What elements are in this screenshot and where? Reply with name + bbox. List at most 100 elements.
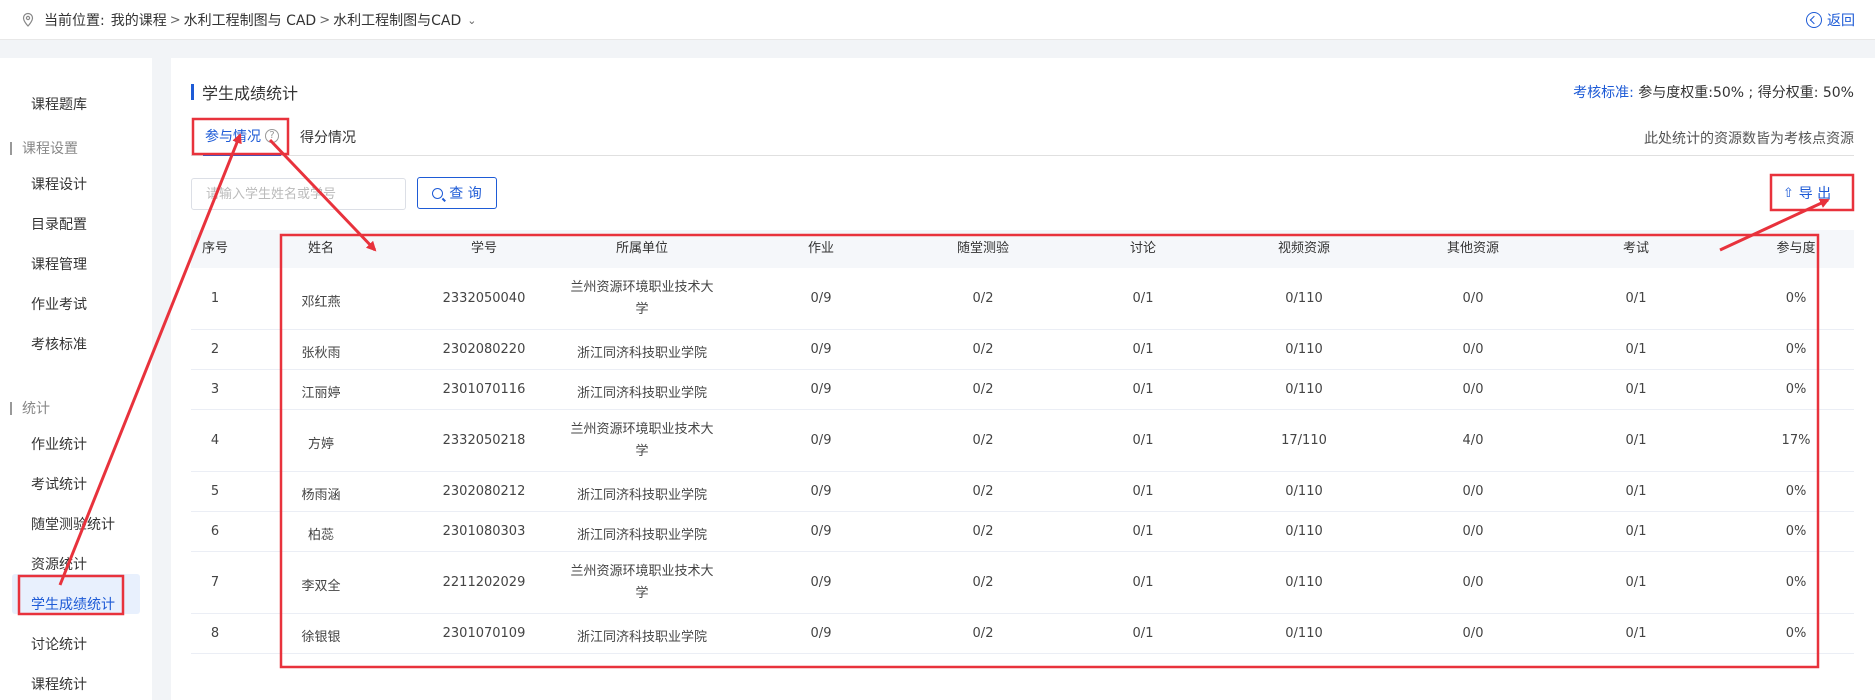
table-cell: 浙江同济科技职业学院 — [576, 488, 708, 503]
export-button[interactable]: ⇧ 导 出 — [1771, 179, 1843, 207]
column-header: 参与度 — [1776, 241, 1816, 256]
table-cell: 0% — [1785, 342, 1807, 357]
page-title: 学生成绩统计 — [191, 80, 298, 104]
chevron-right-icon: > — [169, 12, 181, 28]
title-accent-bar — [191, 84, 194, 100]
sidebar-item-6[interactable]: 考核标准 — [31, 334, 87, 354]
table-cell: 0/1 — [1132, 484, 1154, 499]
table-cell: 0/1 — [1132, 291, 1154, 306]
table-cell: 2301070109 — [442, 626, 526, 641]
table-cell: 0/0 — [1462, 575, 1484, 590]
column-header: 视频资源 — [1277, 241, 1331, 256]
tab-participation[interactable]: 参与情况 ? — [203, 118, 281, 156]
table-cell: 2332050040 — [442, 291, 526, 306]
table-cell: 方婷 — [307, 437, 335, 452]
table-cell: 0/1 — [1625, 433, 1647, 448]
group-bar — [10, 401, 12, 415]
sidebar-item-9[interactable]: 考试统计 — [31, 474, 87, 494]
column-header: 学号 — [470, 241, 498, 256]
table-cell: 0% — [1785, 626, 1807, 641]
tab-bar: 参与情况 ? 得分情况 — [191, 118, 1854, 156]
assessment-standard-text: 参与度权重:50% ; 得分权重: 50% — [1638, 85, 1854, 101]
table-cell: 0/9 — [810, 291, 832, 306]
breadcrumb-current[interactable]: 水利工程制图与CAD — [333, 10, 461, 30]
table-cell: 0/110 — [1285, 484, 1323, 499]
query-button[interactable]: 查 询 — [417, 177, 497, 209]
table-cell: 0% — [1785, 484, 1807, 499]
page-title-text: 学生成绩统计 — [202, 84, 299, 103]
sidebar-item-14[interactable]: 课程统计 — [31, 674, 87, 694]
table-cell: 0/9 — [810, 524, 832, 539]
table-cell: 4 — [210, 433, 220, 448]
table-cell: 0/2 — [972, 433, 994, 448]
table-cell: 0/110 — [1285, 626, 1323, 641]
assessment-standard-label[interactable]: 考核标准: — [1573, 85, 1634, 101]
sidebar-item-11[interactable]: 资源统计 — [31, 554, 87, 574]
table-cell: 2 — [210, 342, 220, 357]
table-cell: 0% — [1785, 382, 1807, 397]
breadcrumb-course[interactable]: 水利工程制图与 CAD — [184, 10, 317, 30]
sidebar-item-3[interactable]: 目录配置 — [31, 214, 87, 234]
table-cell: 0/110 — [1285, 342, 1323, 357]
table-cell: 0/0 — [1462, 342, 1484, 357]
table-cell: 0/0 — [1462, 626, 1484, 641]
table-cell: 浙江同济科技职业学院 — [576, 386, 708, 401]
chevron-down-icon[interactable]: ⌄ — [467, 14, 476, 27]
table-row: 7 李双全 2211202029 兰州资源环境职业技术大学 0/9 0/2 0/1 0/110… — [191, 552, 1854, 614]
table-cell: 0/1 — [1625, 342, 1647, 357]
chevron-right-icon: > — [319, 12, 331, 28]
table-cell: 2211202029 — [442, 575, 526, 590]
table-cell: 柏蕊 — [307, 528, 335, 543]
table-cell: 2332050218 — [442, 433, 526, 448]
search-input[interactable] — [191, 178, 406, 210]
table-cell: 兰州资源环境职业技术大学 — [570, 422, 714, 459]
table-cell: 0% — [1785, 524, 1807, 539]
table-row: 2 张秋雨 2302080220 浙江同济科技职业学院 0/9 0/2 0/1 0/110 0/… — [191, 330, 1854, 370]
table-cell: 0/110 — [1285, 524, 1323, 539]
sidebar-item-12[interactable]: 学生成绩统计 — [31, 594, 115, 614]
sidebar-group-label: 统计 — [22, 401, 50, 417]
tab-scores[interactable]: 得分情况 — [288, 118, 368, 156]
table-cell: 17% — [1781, 433, 1811, 448]
table-cell: 0/110 — [1285, 575, 1323, 590]
table-row: 5 杨雨涵 2302080212 浙江同济科技职业学院 0/9 0/2 0/1 0/110 0/… — [191, 472, 1854, 512]
main-panel: 学生成绩统计 考核标准: 参与度权重:50% ; 得分权重: 50% 参与情况 … — [171, 58, 1875, 700]
table-cell: 张秋雨 — [301, 346, 341, 361]
column-header: 讨论 — [1129, 241, 1157, 256]
column-header: 考试 — [1622, 241, 1650, 256]
table-cell: 0/9 — [810, 433, 832, 448]
tab-scores-label: 得分情况 — [300, 130, 356, 146]
assessment-standard: 考核标准: 参与度权重:50% ; 得分权重: 50% — [1573, 82, 1854, 102]
table-cell: 0/2 — [972, 575, 994, 590]
table-cell: 0/1 — [1625, 575, 1647, 590]
table-row: 8 徐银银 2301070109 浙江同济科技职业学院 0/9 0/2 0/1 0/110 0/… — [191, 614, 1854, 654]
table-cell: 兰州资源环境职业技术大学 — [570, 564, 714, 601]
sidebar-item-4[interactable]: 课程管理 — [31, 254, 87, 274]
sidebar-item-0[interactable]: 课程题库 — [31, 94, 87, 114]
table-cell: 0/2 — [972, 626, 994, 641]
column-header: 随堂测验 — [956, 241, 1010, 256]
table-cell: 0/110 — [1285, 382, 1323, 397]
upload-icon: ⇧ — [1782, 185, 1794, 201]
table-cell: 0/9 — [810, 382, 832, 397]
sidebar-item-5[interactable]: 作业考试 — [31, 294, 87, 314]
sidebar: 课程题库 课程设置 课程设计 目录配置 课程管理 作业考试 考核标准 统计 作业统计 考试统计 随堂… — [0, 58, 152, 700]
table-cell: 0/1 — [1132, 433, 1154, 448]
breadcrumb-my-courses[interactable]: 我的课程 — [111, 10, 167, 30]
sidebar-item-10[interactable]: 随堂测验统计 — [31, 514, 115, 534]
table-row: 1 邓红燕 2332050040 兰州资源环境职业技术大学 0/9 0/2 0/1 0/110… — [191, 268, 1854, 330]
table-cell: 2301070116 — [442, 382, 526, 397]
table-cell: 0/9 — [810, 342, 832, 357]
sidebar-item-8[interactable]: 作业统计 — [31, 434, 87, 454]
export-label: 导 出 — [1798, 186, 1832, 202]
column-header: 姓名 — [307, 241, 335, 256]
top-bar: 当前位置: 我的课程 > 水利工程制图与 CAD > 水利工程制图与CAD ⌄ … — [0, 0, 1875, 40]
sidebar-item-2[interactable]: 课程设计 — [31, 174, 87, 194]
sidebar-item-13[interactable]: 讨论统计 — [31, 634, 87, 654]
back-button[interactable]: 返回 — [1806, 0, 1855, 40]
group-bar — [10, 141, 12, 155]
table-cell: 李双全 — [301, 579, 341, 594]
table-row: 4 方婷 2332050218 兰州资源环境职业技术大学 0/9 0/2 0/1 17/110… — [191, 410, 1854, 472]
table-cell: 浙江同济科技职业学院 — [576, 630, 708, 645]
help-icon[interactable]: ? — [265, 129, 279, 143]
